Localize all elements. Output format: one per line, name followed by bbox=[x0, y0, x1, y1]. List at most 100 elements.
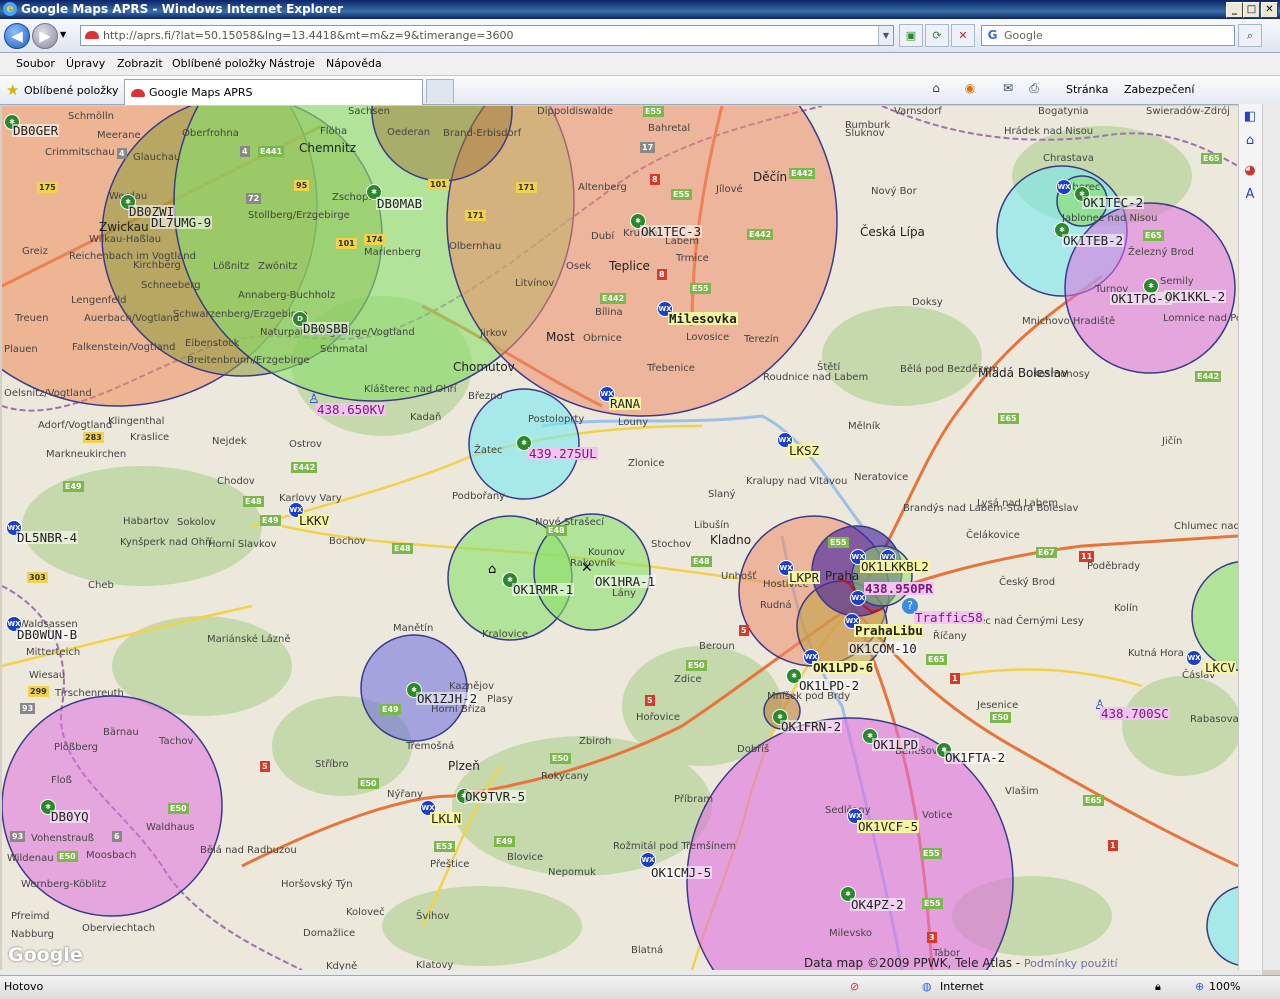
station-label[interactable]: DL7UMG-9 bbox=[150, 216, 213, 229]
zoom-icon[interactable]: ⊕ bbox=[1195, 980, 1204, 993]
station-label[interactable]: OK1HRA-1 bbox=[594, 575, 657, 588]
menu-edit[interactable]: Úpravy bbox=[66, 57, 105, 70]
place-name: Marienberg bbox=[364, 247, 421, 258]
feeds-icon[interactable]: ◉ bbox=[962, 81, 978, 95]
maximize-button[interactable]: □ bbox=[1243, 2, 1260, 18]
station-label[interactable]: OK1LPD-6 bbox=[812, 661, 875, 674]
place-name: Olbernhau bbox=[449, 241, 502, 252]
weather-station-icon[interactable]: WX bbox=[1056, 179, 1072, 195]
station-label[interactable]: RANA bbox=[609, 397, 642, 410]
frequency-label[interactable]: 438.950PR bbox=[864, 582, 934, 595]
place-name: Breitenbrunn/Erzgebirge bbox=[187, 355, 310, 366]
station-label[interactable]: OK1VCF-5 bbox=[857, 820, 920, 833]
station-label[interactable]: DB0GER bbox=[12, 124, 60, 137]
cross-marker-icon[interactable]: ✕ bbox=[581, 560, 593, 576]
frequency-label[interactable]: 438.650KV bbox=[316, 403, 386, 416]
search-button[interactable]: ⌕ bbox=[1238, 24, 1262, 47]
history-dropdown-icon[interactable]: ▼ bbox=[60, 30, 66, 39]
forward-button[interactable]: ▶ bbox=[32, 23, 58, 49]
house-marker-icon[interactable]: ⌂ bbox=[488, 562, 496, 577]
panel-home-icon[interactable]: ⌂ bbox=[1241, 132, 1259, 150]
station-label[interactable]: LKPR bbox=[788, 571, 821, 584]
close-button[interactable]: ✕ bbox=[1261, 2, 1278, 18]
station-label[interactable]: LKKV bbox=[298, 514, 331, 527]
road-shield: 93 bbox=[20, 703, 36, 714]
station-label[interactable]: OK1TEC-2 bbox=[1082, 196, 1145, 209]
station-label[interactable]: OK1ZJH-2 bbox=[416, 692, 479, 705]
road-shield: E50 bbox=[358, 778, 379, 789]
station-label[interactable]: LKCV bbox=[1204, 661, 1237, 674]
minimize-button[interactable]: _ bbox=[1226, 2, 1243, 18]
panel-colors-icon[interactable]: ◕ bbox=[1241, 162, 1259, 180]
frequency-label[interactable]: 439.275UL bbox=[528, 447, 598, 460]
page-menu[interactable]: Stránka bbox=[1066, 83, 1108, 96]
road-shield: E55 bbox=[828, 537, 849, 548]
address-dropdown-icon[interactable]: ▼ bbox=[878, 26, 893, 45]
station-label[interactable]: OK1FTA-2 bbox=[944, 751, 1007, 764]
station-label[interactable]: OK1COM-10 bbox=[848, 642, 918, 655]
station-label[interactable]: OK1LPD-2 bbox=[798, 679, 861, 692]
place-name: Lößnitz bbox=[213, 261, 250, 272]
security-menu[interactable]: Zabezpečení bbox=[1124, 83, 1194, 96]
search-input[interactable]: G Google bbox=[981, 25, 1235, 46]
station-label[interactable]: OK1CMJ-5 bbox=[650, 866, 713, 879]
station-label[interactable]: OK1LKKBL2 bbox=[860, 560, 930, 573]
protected-mode-icon[interactable]: 🔒︎ bbox=[1155, 980, 1161, 994]
station-label[interactable]: DL5NBR-4 bbox=[16, 531, 79, 544]
station-label[interactable]: LKSZ bbox=[788, 444, 821, 457]
vertical-scrollbar[interactable] bbox=[1262, 104, 1280, 970]
station-label[interactable]: DB0SBB bbox=[302, 322, 350, 335]
favorites-label[interactable]: Oblíbené položky bbox=[24, 84, 119, 97]
station-label[interactable]: OK1FRN-2 bbox=[780, 720, 843, 733]
menu-tools[interactable]: Nástroje bbox=[269, 57, 315, 70]
menu-file[interactable]: Soubor bbox=[16, 57, 55, 70]
station-label[interactable]: OK1TEB-2 bbox=[1062, 234, 1125, 247]
tab-google-maps-aprs[interactable]: Google Maps APRS bbox=[124, 79, 423, 105]
menu-help[interactable]: Nápověda bbox=[326, 57, 382, 70]
popup-blocker-icon[interactable]: ⊘ bbox=[850, 980, 859, 993]
station-label[interactable]: OK1KKL-2 bbox=[1164, 290, 1227, 303]
station-label[interactable]: DB0YQ bbox=[50, 810, 90, 823]
terms-link[interactable]: Podmínky použití bbox=[1024, 957, 1118, 970]
compatibility-view-button[interactable]: ▣ bbox=[899, 24, 923, 47]
place-name: Osek bbox=[566, 261, 592, 272]
station-label[interactable]: DB0WUN-B bbox=[16, 628, 79, 641]
station-label[interactable]: OK1TEC-3 bbox=[640, 225, 703, 238]
station-label[interactable]: Traffic58 bbox=[914, 611, 984, 624]
place-name: Horní Slavkov bbox=[208, 539, 277, 550]
station-label[interactable]: OK1TPG-9 bbox=[1110, 292, 1173, 305]
station-label[interactable]: LKLN bbox=[430, 812, 463, 825]
refresh-button[interactable]: ⟳ bbox=[925, 24, 949, 47]
road-shield: 175 bbox=[37, 182, 58, 193]
back-button[interactable]: ◀ bbox=[4, 23, 30, 49]
road-shield: E48 bbox=[392, 543, 413, 554]
weather-station-icon[interactable]: WX bbox=[1186, 650, 1202, 666]
place-name: Wernberg-Köblitz bbox=[21, 879, 107, 890]
place-name: Beroun bbox=[699, 641, 735, 652]
zoom-level[interactable]: 100% bbox=[1209, 980, 1240, 993]
station-label[interactable]: OK9TVR-5 bbox=[464, 790, 527, 803]
station-label[interactable]: DB0MAB bbox=[376, 197, 424, 210]
road-shield: E67 bbox=[1036, 547, 1057, 558]
panel-arrow-icon[interactable]: ◧ bbox=[1241, 108, 1259, 126]
home-icon[interactable]: ⌂ bbox=[928, 81, 944, 95]
place-name: Žatec bbox=[474, 445, 503, 456]
station-label[interactable]: OK1RMR-1 bbox=[512, 583, 575, 596]
road-shield: 283 bbox=[83, 432, 104, 443]
frequency-label[interactable]: 438.700SC bbox=[1100, 707, 1170, 720]
panel-text-icon[interactable]: A bbox=[1241, 186, 1259, 204]
new-tab-button[interactable] bbox=[426, 79, 454, 103]
station-label[interactable]: PrahaLibu bbox=[854, 624, 924, 637]
stop-button[interactable]: ✕ bbox=[951, 24, 975, 47]
menu-view[interactable]: Zobrazit bbox=[117, 57, 163, 70]
station-label[interactable]: Milesovka bbox=[668, 312, 738, 325]
favorites-star-icon[interactable]: ★ bbox=[6, 81, 19, 99]
station-label[interactable]: OK4PZ-2 bbox=[850, 898, 905, 911]
station-label[interactable]: OK1LPD bbox=[872, 738, 920, 751]
address-field[interactable]: http://aprs.fi/?lat=50.15058&lng=13.4418… bbox=[80, 25, 894, 46]
aprs-map[interactable]: 4 4 E441 175 72 95 E55 17 8 E55 E442 E44… bbox=[2, 106, 1238, 970]
place-name: Hrádek nad Nisou bbox=[1004, 126, 1094, 137]
print-icon[interactable]: ⎙ bbox=[1026, 81, 1042, 95]
menu-favorites[interactable]: Oblíbené položky bbox=[172, 57, 267, 70]
mail-icon[interactable]: ✉ bbox=[1000, 81, 1016, 95]
